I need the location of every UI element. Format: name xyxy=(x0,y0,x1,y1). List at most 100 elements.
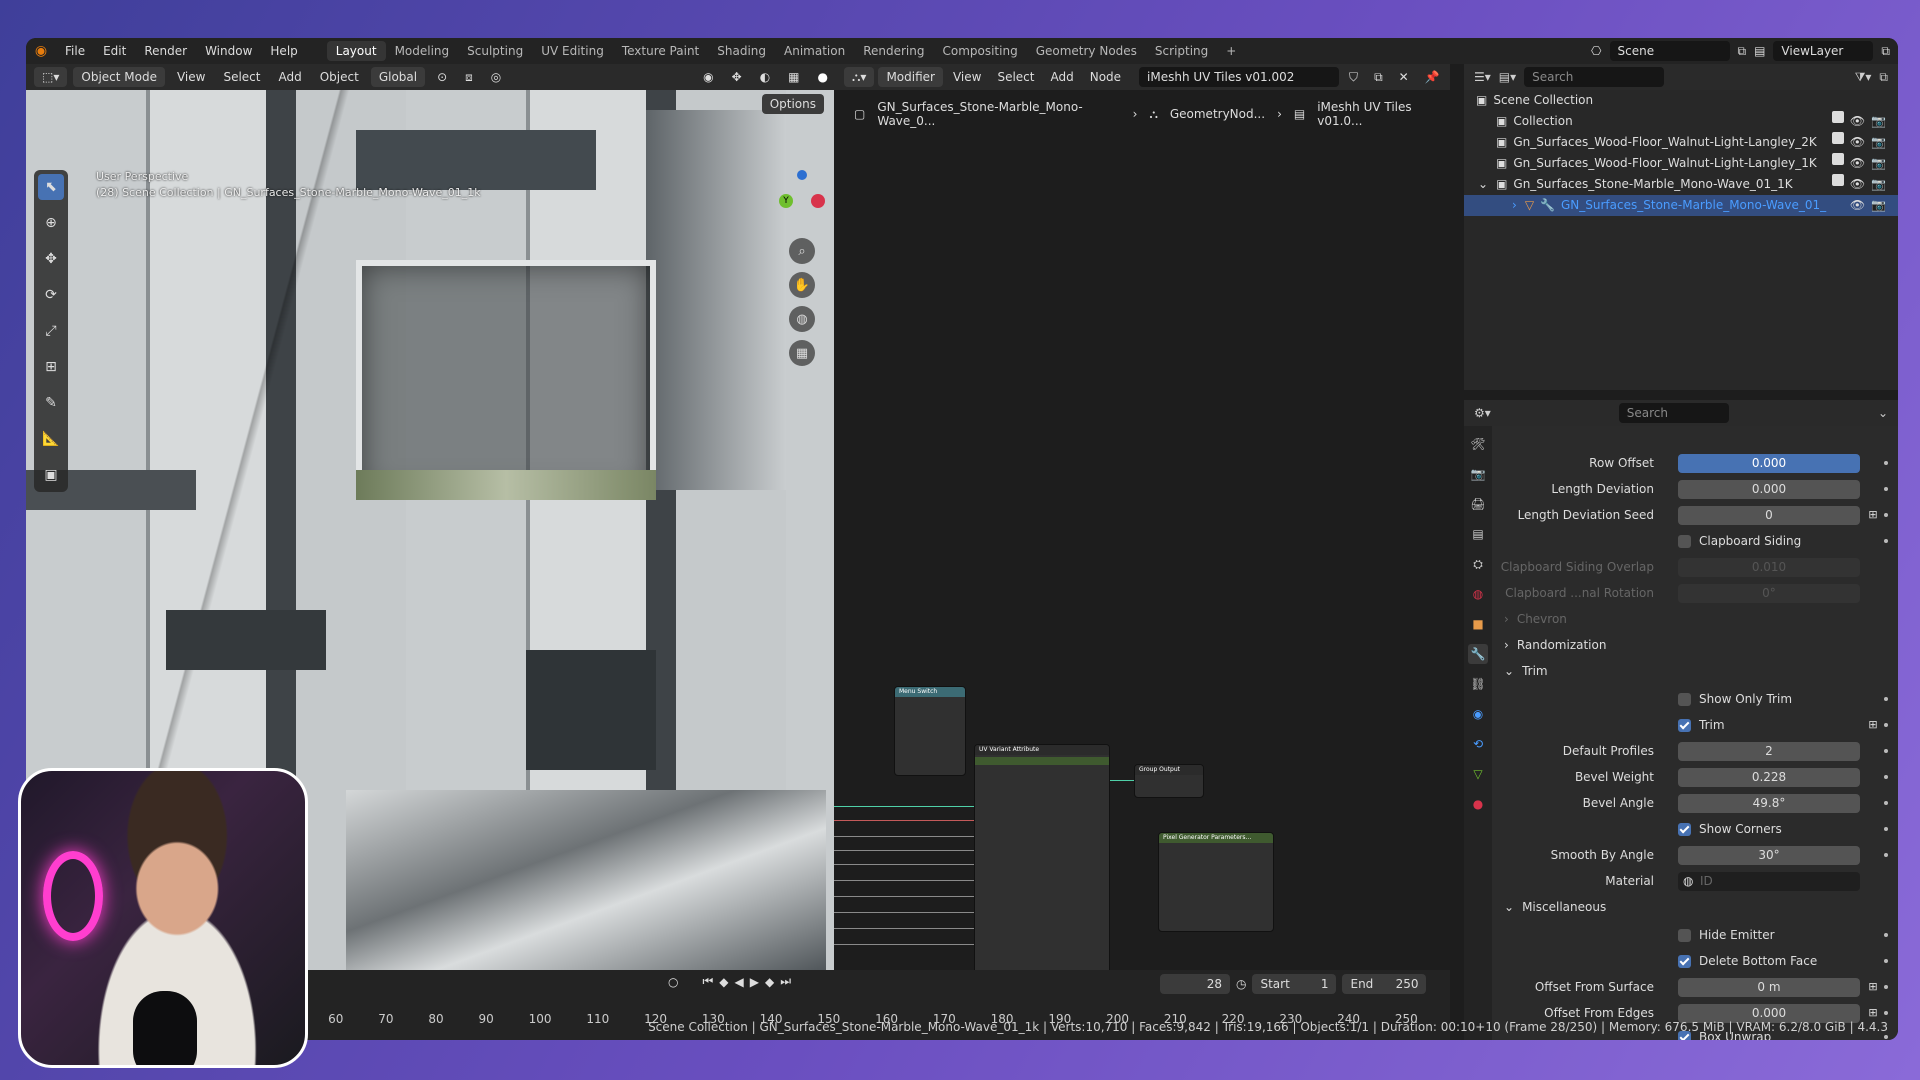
clapboard-rotation-field[interactable]: 0° xyxy=(1678,583,1860,603)
current-frame-field[interactable]: 28 xyxy=(1160,974,1230,994)
tab-sculpting[interactable]: Sculpting xyxy=(458,41,532,61)
editor-type-icon[interactable]: ⬚▾ xyxy=(34,67,68,87)
checkbox-box[interactable] xyxy=(1678,954,1691,968)
keyframe-dot-icon[interactable] xyxy=(1884,723,1888,727)
filter-icon[interactable]: ⧩▾ xyxy=(1855,70,1872,85)
start-frame-field[interactable]: Start 1 xyxy=(1252,974,1337,994)
keyframe-dot-icon[interactable] xyxy=(1884,461,1888,465)
pivot-icon[interactable]: ⊙ xyxy=(431,70,453,84)
transform-icon[interactable]: ⊞ xyxy=(38,354,64,380)
scale-icon[interactable]: ⤢ xyxy=(38,318,64,344)
trim-panel-header[interactable]: ⌄ Trim xyxy=(1504,664,1548,678)
node-menu-node[interactable]: Node xyxy=(1084,70,1127,84)
exclude-checkbox[interactable] xyxy=(1831,111,1844,123)
tab-scripting[interactable]: Scripting xyxy=(1146,41,1217,61)
outliner-row-collection[interactable]: ▣ Collection 👁 📷 xyxy=(1464,111,1898,132)
chevron-down-icon[interactable]: ⌄ xyxy=(1478,174,1488,195)
outliner[interactable]: ▣ Scene Collection ▣ Collection 👁 📷 ▣ Gn_… xyxy=(1464,90,1898,390)
viewport-menu-view[interactable]: View xyxy=(171,70,211,84)
unlink-close-icon[interactable]: ✕ xyxy=(1393,70,1415,84)
material-tab-icon[interactable]: ● xyxy=(1468,794,1488,814)
xray-icon[interactable]: ▦ xyxy=(782,70,805,84)
ortho-grid-icon[interactable]: ▦ xyxy=(789,340,815,366)
keyframe-dot-icon[interactable] xyxy=(1884,801,1888,805)
eye-icon[interactable]: 👁 xyxy=(1850,195,1865,216)
chevron-right-icon[interactable]: › xyxy=(1512,195,1517,216)
camera-view-icon[interactable]: ◍ xyxy=(789,306,815,332)
shading-solid-icon[interactable]: ● xyxy=(812,70,834,84)
keyframe-dot-icon[interactable] xyxy=(1884,1011,1888,1015)
play-icon[interactable]: ▶ xyxy=(750,975,759,989)
eye-icon[interactable]: 👁 xyxy=(1850,132,1865,153)
tool-tab-icon[interactable]: 🛠 xyxy=(1468,434,1488,454)
z-axis-icon[interactable] xyxy=(797,170,807,180)
smooth-by-angle-field[interactable]: 30° xyxy=(1678,845,1860,865)
cursor-icon[interactable]: ⊕ xyxy=(38,210,64,236)
checkbox-box[interactable] xyxy=(1678,534,1691,548)
new-collection-icon[interactable]: ⧉ xyxy=(1879,70,1888,85)
node-editor[interactable]: ▢ GN_Surfaces_Stone-Marble_Mono-Wave_0..… xyxy=(834,90,1450,984)
jump-start-icon[interactable]: ⏮ xyxy=(702,974,713,989)
keyframe-dot-icon[interactable] xyxy=(1884,513,1888,517)
add-cube-icon[interactable]: ▣ xyxy=(38,462,64,488)
hide-emitter-checkbox[interactable]: Hide Emitter xyxy=(1678,928,1775,942)
keyframe-dot-icon[interactable] xyxy=(1884,853,1888,857)
fake-user-shield-icon[interactable]: ⛉ xyxy=(1343,70,1364,85)
menu-file[interactable]: File xyxy=(56,44,94,58)
bevel-angle-field[interactable]: 49.8° xyxy=(1678,793,1860,813)
show-only-trim-checkbox[interactable]: Show Only Trim xyxy=(1678,692,1792,706)
keyframe-dot-icon[interactable] xyxy=(1884,697,1888,701)
node-group-name-field[interactable]: iMeshh UV Tiles v01.002 xyxy=(1139,67,1340,87)
outliner-editor-type-icon[interactable]: ☰▾ xyxy=(1474,70,1491,84)
x-axis-icon[interactable] xyxy=(811,194,825,208)
attribute-toggle-icon[interactable]: ⊞ xyxy=(1866,508,1880,522)
length-deviation-field[interactable]: 0.000 xyxy=(1678,479,1860,499)
menu-help[interactable]: Help xyxy=(261,44,306,58)
physics-tab-icon[interactable]: ◉ xyxy=(1468,704,1488,724)
bevel-weight-field[interactable]: 0.228 xyxy=(1678,767,1860,787)
duplicate-icon[interactable]: ⧉ xyxy=(1368,70,1389,85)
outliner-row-scene-collection[interactable]: ▣ Scene Collection xyxy=(1464,90,1898,111)
tab-uv-editing[interactable]: UV Editing xyxy=(532,41,613,61)
breadcrumb-modifier[interactable]: GeometryNod... xyxy=(1170,107,1265,121)
scene-selector[interactable]: Scene xyxy=(1609,41,1730,61)
checkbox-box[interactable] xyxy=(1678,928,1691,942)
menu-edit[interactable]: Edit xyxy=(94,44,135,58)
breadcrumb-object[interactable]: GN_Surfaces_Stone-Marble_Mono-Wave_0... xyxy=(877,100,1120,128)
pan-hand-icon[interactable]: ✋ xyxy=(789,272,815,298)
outliner-search-input[interactable]: Search xyxy=(1524,67,1665,87)
properties-editor-type-icon[interactable]: ⚙▾ xyxy=(1474,406,1491,420)
tab-texture-paint[interactable]: Texture Paint xyxy=(613,41,708,61)
blender-logo-icon[interactable]: ◉ xyxy=(26,43,56,59)
keyframe-dot-icon[interactable] xyxy=(1884,487,1888,491)
uv-variant-attribute-node[interactable]: UV Variant Attribute xyxy=(974,744,1110,984)
eye-icon[interactable]: 👁 xyxy=(1850,153,1865,174)
keyframe-dot-icon[interactable] xyxy=(1884,933,1888,937)
trim-checkbox[interactable]: Trim xyxy=(1678,718,1725,732)
miscellaneous-panel-header[interactable]: ⌄ Miscellaneous xyxy=(1504,900,1606,914)
checkbox-box[interactable] xyxy=(1678,822,1691,836)
menu-window[interactable]: Window xyxy=(196,44,261,58)
options-dropdown[interactable]: Options xyxy=(761,94,824,114)
clapboard-overlap-field[interactable]: 0.010 xyxy=(1678,557,1860,577)
keyframe-dot-icon[interactable] xyxy=(1884,775,1888,779)
select-box-icon[interactable]: ⬉ xyxy=(38,174,64,200)
node-menu-add[interactable]: Add xyxy=(1044,70,1079,84)
camera-icon[interactable]: 📷 xyxy=(1871,111,1886,132)
visibility-icon[interactable]: ◉ xyxy=(697,70,719,84)
rotate-icon[interactable]: ⟳ xyxy=(38,282,64,308)
checkbox-box[interactable] xyxy=(1678,718,1691,732)
chevron-panel-header[interactable]: › Chevron xyxy=(1504,612,1567,626)
tab-modeling[interactable]: Modeling xyxy=(386,41,459,61)
move-icon[interactable]: ✥ xyxy=(38,246,64,272)
pixel-generator-node[interactable]: Pixel Generator Parameters... xyxy=(1158,832,1274,932)
eye-icon[interactable]: 👁 xyxy=(1850,111,1865,132)
object-tab-icon[interactable]: ■ xyxy=(1468,614,1488,634)
render-tab-icon[interactable]: 📷 xyxy=(1468,464,1488,484)
modifier-tab-icon[interactable]: 🔧 xyxy=(1468,644,1488,664)
transform-orientation-dropdown[interactable]: Global xyxy=(370,67,426,87)
attribute-toggle-icon[interactable]: ⊞ xyxy=(1866,980,1880,994)
play-reverse-icon[interactable]: ◀ xyxy=(735,975,744,989)
eye-icon[interactable]: 👁 xyxy=(1850,174,1865,195)
viewport-menu-object[interactable]: Object xyxy=(314,70,365,84)
